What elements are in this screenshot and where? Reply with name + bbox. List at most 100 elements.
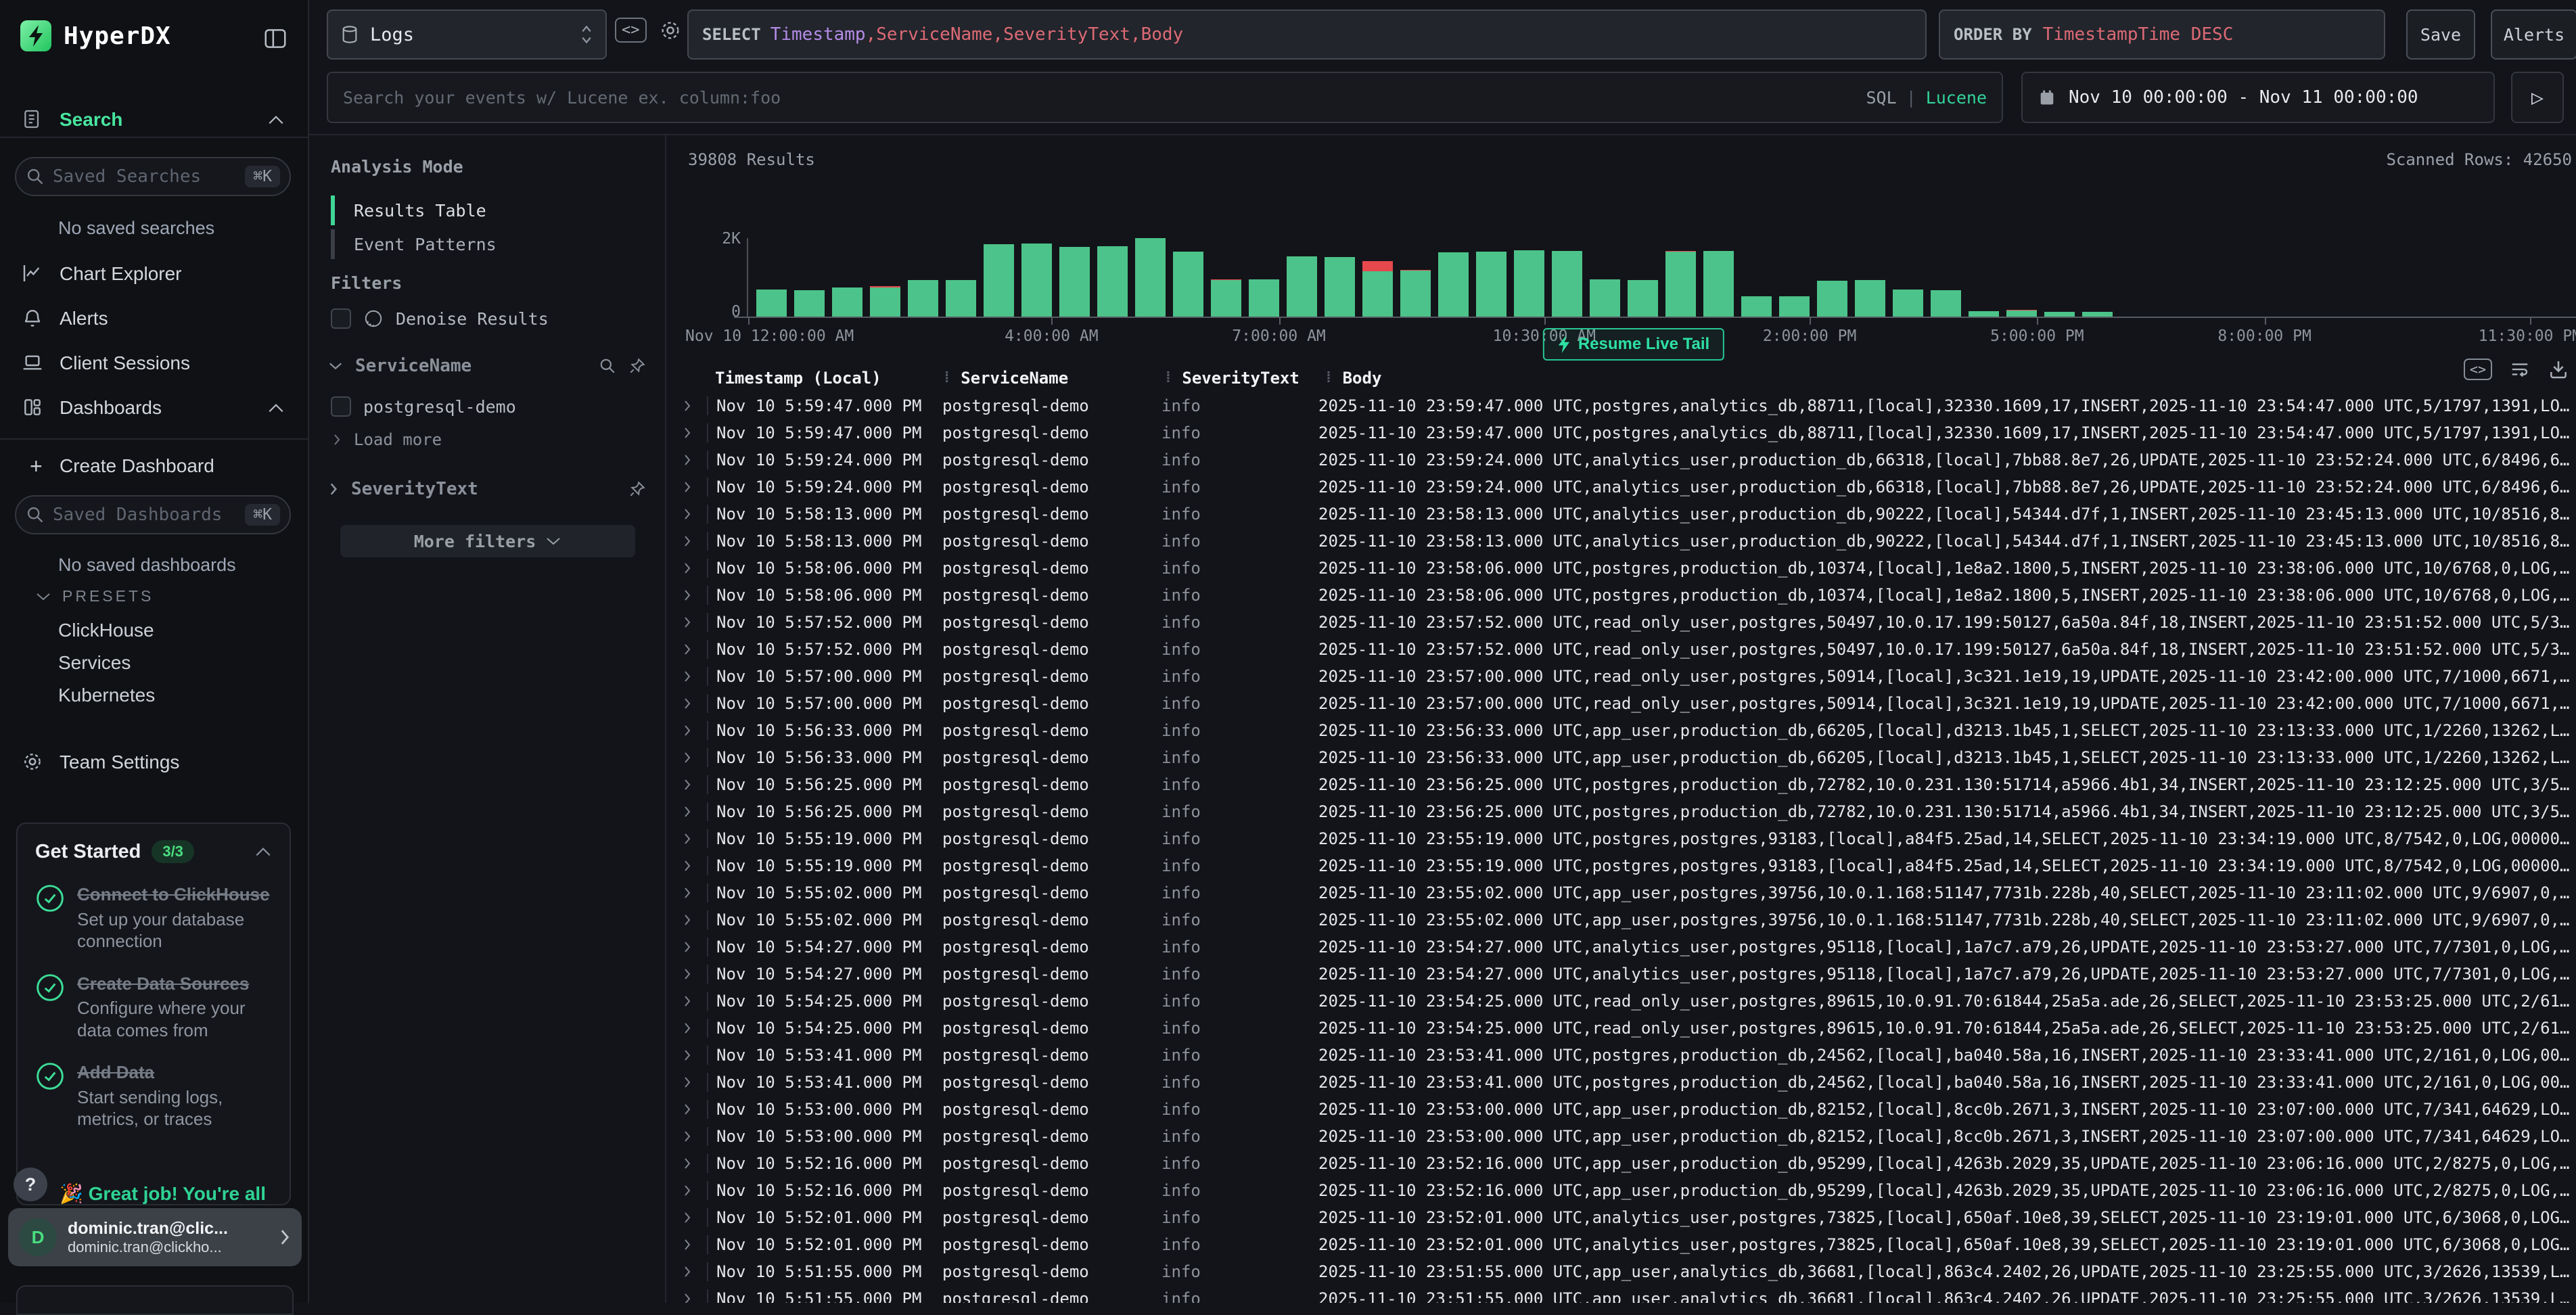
table-row[interactable]: Nov 10 5:58:06.000 PMpostgresql-demoinfo… [666, 555, 2576, 582]
lang-toggle-lucene[interactable]: Lucene [1926, 88, 1987, 108]
row-expand-chevron-icon[interactable] [666, 751, 707, 764]
sidebar-item-alerts[interactable]: Alerts [0, 299, 308, 338]
table-row[interactable]: Nov 10 5:56:33.000 PMpostgresql-demoinfo… [666, 744, 2576, 771]
create-dashboard-button[interactable]: + Create Dashboard [0, 446, 308, 486]
pin-icon[interactable] [628, 357, 646, 375]
row-expand-chevron-icon[interactable] [666, 805, 707, 818]
orderby-input[interactable]: ORDER BY TimestampTime DESC [1939, 9, 2385, 60]
get-started-item[interactable]: Connect to ClickHouse Set up your databa… [35, 883, 272, 952]
row-expand-chevron-icon[interactable] [666, 994, 707, 1008]
sidebar-item-chart-explorer[interactable]: Chart Explorer [0, 254, 308, 294]
help-button[interactable]: ? [14, 1168, 47, 1201]
table-row[interactable]: Nov 10 5:53:00.000 PMpostgresql-demoinfo… [666, 1096, 2576, 1123]
table-row[interactable]: Nov 10 5:52:01.000 PMpostgresql-demoinfo… [666, 1204, 2576, 1231]
sidebar-item-team-settings[interactable]: Team Settings [0, 743, 308, 782]
table-row[interactable]: Nov 10 5:57:52.000 PMpostgresql-demoinfo… [666, 609, 2576, 636]
denoise-filter[interactable]: Denoise Results [331, 308, 549, 329]
run-search-button[interactable]: ▷ [2511, 72, 2564, 123]
preset-clickhouse[interactable]: ClickHouse [58, 620, 154, 641]
table-row[interactable]: Nov 10 5:57:00.000 PMpostgresql-demoinfo… [666, 690, 2576, 717]
table-row[interactable]: Nov 10 5:58:06.000 PMpostgresql-demoinfo… [666, 582, 2576, 609]
row-expand-chevron-icon[interactable] [666, 1130, 707, 1143]
row-expand-chevron-icon[interactable] [666, 913, 707, 927]
row-expand-chevron-icon[interactable] [666, 1211, 707, 1224]
table-row[interactable]: Nov 10 5:53:41.000 PMpostgresql-demoinfo… [666, 1069, 2576, 1096]
preset-services[interactable]: Services [58, 652, 131, 674]
search-icon[interactable] [599, 357, 616, 375]
table-row[interactable]: Nov 10 5:54:27.000 PMpostgresql-demoinfo… [666, 961, 2576, 988]
table-row[interactable]: Nov 10 5:55:19.000 PMpostgresql-demoinfo… [666, 825, 2576, 852]
row-expand-chevron-icon[interactable] [666, 453, 707, 467]
user-menu[interactable]: D dominic.tran@clic... dominic.tran@clic… [8, 1208, 302, 1266]
row-expand-chevron-icon[interactable] [666, 1184, 707, 1197]
chevron-up-icon[interactable] [254, 846, 272, 857]
row-expand-chevron-icon[interactable] [666, 1103, 707, 1116]
row-expand-chevron-icon[interactable] [666, 778, 707, 791]
expand-json-button[interactable]: <> [2464, 359, 2492, 380]
row-expand-chevron-icon[interactable] [666, 1265, 707, 1278]
row-expand-chevron-icon[interactable] [666, 886, 707, 900]
table-row[interactable]: Nov 10 5:51:55.000 PMpostgresql-demoinfo… [666, 1285, 2576, 1303]
mode-results-table[interactable]: Results Table [331, 193, 642, 227]
row-expand-chevron-icon[interactable] [666, 697, 707, 710]
filter-option-postgresql-demo[interactable]: postgresql-demo [331, 396, 516, 417]
denoise-checkbox[interactable] [331, 308, 351, 329]
source-code-button[interactable]: <> [615, 18, 647, 43]
pin-icon[interactable] [628, 480, 646, 498]
saved-dashboards-input[interactable]: Saved Dashboards ⌘K [15, 495, 291, 534]
row-expand-chevron-icon[interactable] [666, 859, 707, 873]
table-row[interactable]: Nov 10 5:55:19.000 PMpostgresql-demoinfo… [666, 852, 2576, 879]
column-resize-handle[interactable]: ⁞ [1324, 369, 1333, 387]
row-expand-chevron-icon[interactable] [666, 1157, 707, 1170]
lang-toggle-sql[interactable]: SQL [1866, 88, 1896, 108]
download-icon[interactable] [2548, 359, 2569, 380]
row-expand-chevron-icon[interactable] [666, 1238, 707, 1251]
row-expand-chevron-icon[interactable] [666, 589, 707, 602]
row-expand-chevron-icon[interactable] [666, 643, 707, 656]
row-expand-chevron-icon[interactable] [666, 561, 707, 575]
table-row[interactable]: Nov 10 5:58:13.000 PMpostgresql-demoinfo… [666, 528, 2576, 555]
table-row[interactable]: Nov 10 5:51:55.000 PMpostgresql-demoinfo… [666, 1258, 2576, 1285]
save-button[interactable]: Save [2406, 9, 2475, 60]
row-expand-chevron-icon[interactable] [666, 1076, 707, 1089]
table-row[interactable]: Nov 10 5:56:25.000 PMpostgresql-demoinfo… [666, 771, 2576, 798]
source-settings-gear-icon[interactable] [659, 19, 682, 42]
table-row[interactable]: Nov 10 5:59:24.000 PMpostgresql-demoinfo… [666, 446, 2576, 474]
get-started-item[interactable]: Create Data Sources Configure where your… [35, 973, 272, 1042]
table-row[interactable]: Nov 10 5:52:16.000 PMpostgresql-demoinfo… [666, 1150, 2576, 1177]
sidebar-collapse-icon[interactable] [262, 26, 288, 51]
sidebar-item-search[interactable]: Search [0, 100, 308, 139]
get-started-item[interactable]: Add Data Start sending logs, metrics, or… [35, 1061, 272, 1130]
resume-live-tail-button[interactable]: Resume Live Tail [1543, 328, 1724, 361]
col-header-timestamp[interactable]: Timestamp (Local) [707, 369, 942, 388]
events-histogram[interactable]: 2K 0 Nov 10 12:00:00 AM4:00:00 AM7:00:00… [666, 176, 2576, 291]
mode-event-patterns[interactable]: Event Patterns [331, 227, 642, 261]
event-search-input[interactable]: Search your events w/ Lucene ex. column:… [327, 72, 2003, 123]
row-expand-chevron-icon[interactable] [666, 967, 707, 981]
presets-header[interactable]: PRESETS [35, 587, 154, 605]
table-row[interactable]: Nov 10 5:54:25.000 PMpostgresql-demoinfo… [666, 988, 2576, 1015]
column-resize-handle[interactable]: ⁞ [1164, 369, 1172, 387]
table-row[interactable]: Nov 10 5:59:47.000 PMpostgresql-demoinfo… [666, 419, 2576, 446]
sidebar-item-client-sessions[interactable]: Client Sessions [0, 344, 308, 383]
col-header-body[interactable]: Body [1343, 369, 1382, 388]
row-expand-chevron-icon[interactable] [666, 399, 707, 413]
table-row[interactable]: Nov 10 5:59:24.000 PMpostgresql-demoinfo… [666, 474, 2576, 501]
wrap-lines-icon[interactable] [2508, 359, 2531, 379]
table-row[interactable]: Nov 10 5:59:47.000 PMpostgresql-demoinfo… [666, 392, 2576, 419]
row-expand-chevron-icon[interactable] [666, 940, 707, 954]
table-row[interactable]: Nov 10 5:53:41.000 PMpostgresql-demoinfo… [666, 1042, 2576, 1069]
table-row[interactable]: Nov 10 5:54:27.000 PMpostgresql-demoinfo… [666, 933, 2576, 961]
row-expand-chevron-icon[interactable] [666, 1048, 707, 1062]
more-filters-button[interactable]: More filters [340, 525, 635, 557]
row-expand-chevron-icon[interactable] [666, 534, 707, 548]
table-row[interactable]: Nov 10 5:58:13.000 PMpostgresql-demoinfo… [666, 501, 2576, 528]
table-row[interactable]: Nov 10 5:55:02.000 PMpostgresql-demoinfo… [666, 879, 2576, 906]
option-checkbox[interactable] [331, 396, 351, 417]
table-row[interactable]: Nov 10 5:56:25.000 PMpostgresql-demoinfo… [666, 798, 2576, 825]
table-row[interactable]: Nov 10 5:54:25.000 PMpostgresql-demoinfo… [666, 1015, 2576, 1042]
table-row[interactable]: Nov 10 5:57:00.000 PMpostgresql-demoinfo… [666, 663, 2576, 690]
row-expand-chevron-icon[interactable] [666, 480, 707, 494]
select-query-input[interactable]: SELECT Timestamp,ServiceName,SeverityTex… [687, 9, 1927, 60]
table-row[interactable]: Nov 10 5:52:01.000 PMpostgresql-demoinfo… [666, 1231, 2576, 1258]
